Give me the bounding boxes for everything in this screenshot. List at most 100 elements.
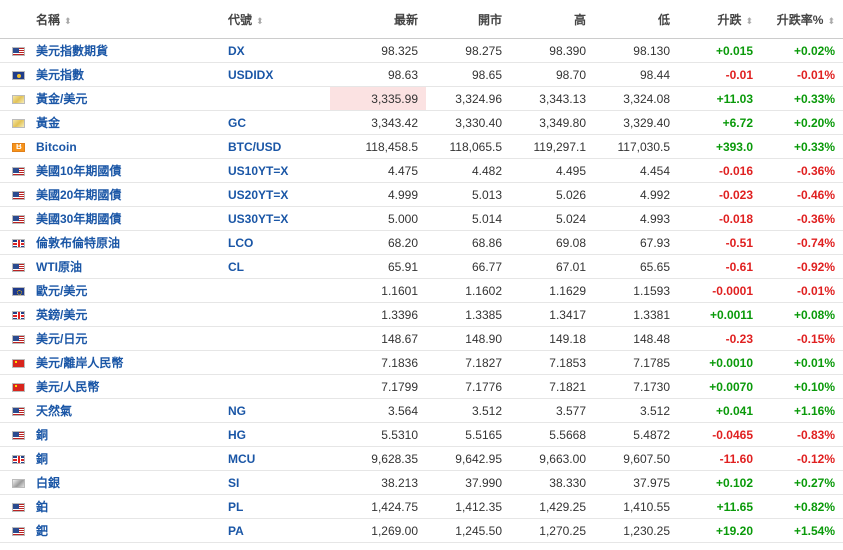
high-price: 5.026 — [510, 182, 594, 207]
instrument-code-link[interactable]: PA — [228, 524, 244, 538]
low-price: 4.993 — [594, 206, 678, 231]
flag-cn-icon — [12, 382, 25, 392]
instrument-code-link[interactable]: BTC/USD — [228, 140, 281, 154]
name-cell: 倫敦布倫特原油 — [28, 230, 220, 255]
instrument-code-link[interactable]: US10YT=X — [228, 164, 288, 178]
low-price: 7.1785 — [594, 350, 678, 375]
change-value: -0.0001 — [678, 278, 761, 303]
change-percent: +0.02% — [761, 38, 843, 63]
flag-gb-icon — [12, 238, 25, 248]
instrument-name-link[interactable]: 美國30年期國債 — [36, 212, 121, 226]
change-percent: -0.01% — [761, 278, 843, 303]
open-price: 5.5165 — [426, 422, 510, 447]
instrument-name-link[interactable]: 白銀 — [36, 476, 60, 490]
change-value: +0.0011 — [678, 302, 761, 327]
change-percent: +0.82% — [761, 494, 843, 519]
instrument-code-link[interactable]: USDIDX — [228, 68, 273, 82]
high-price: 98.390 — [510, 38, 594, 63]
flag-us-icon — [12, 430, 25, 440]
instrument-name-link[interactable]: 美國20年期國債 — [36, 188, 121, 202]
instrument-code-link[interactable]: HG — [228, 428, 246, 442]
instrument-name-link[interactable]: 歐元/美元 — [36, 284, 87, 298]
flag-cell — [0, 38, 28, 63]
header-change-pct-sortable[interactable]: 升跌率% ⬍ — [761, 0, 843, 39]
header-open: 開市 — [426, 0, 510, 39]
instrument-code-link[interactable]: GC — [228, 116, 246, 130]
instrument-name-link[interactable]: Bitcoin — [36, 140, 77, 154]
instrument-name-link[interactable]: 黃金 — [36, 116, 60, 130]
flag-cell — [0, 446, 28, 471]
instrument-name-link[interactable]: 黃金/美元 — [36, 92, 87, 106]
low-price: 4.454 — [594, 158, 678, 183]
instrument-code-link[interactable]: DX — [228, 44, 245, 58]
instrument-code-link[interactable]: PL — [228, 500, 243, 514]
instrument-name-link[interactable]: 美元/離岸人民幣 — [36, 356, 123, 370]
flag-cell — [0, 398, 28, 423]
instrument-code-link[interactable]: NG — [228, 404, 246, 418]
change-percent: +0.20% — [761, 110, 843, 135]
instrument-name-link[interactable]: 美元指數 — [36, 68, 84, 82]
low-price: 4.992 — [594, 182, 678, 207]
instrument-name-link[interactable]: 銅 — [36, 428, 48, 442]
open-price: 4.482 — [426, 158, 510, 183]
flag-cell — [0, 182, 28, 207]
flag-cell — [0, 206, 28, 231]
instrument-name-link[interactable]: 美元/日元 — [36, 332, 87, 346]
instrument-name-link[interactable]: 美元/人民幣 — [36, 380, 99, 394]
header-change-sortable[interactable]: 升跌 ⬍ — [678, 0, 761, 39]
flag-cell — [0, 62, 28, 87]
change-value: -11.60 — [678, 446, 761, 471]
change-value: +0.0070 — [678, 374, 761, 399]
name-cell: 美國10年期國債 — [28, 158, 220, 183]
name-cell: 美國20年期國債 — [28, 182, 220, 207]
flag-us-icon — [12, 166, 25, 176]
table-row: 英鎊/美元 1.3396 1.3385 1.3417 1.3381 +0.0011 +0.0… — [0, 302, 843, 327]
instrument-name-link[interactable]: 美元指數期貨 — [36, 44, 108, 58]
last-price: 4.999 — [330, 182, 426, 207]
table-body: 美元指數期貨 DX 98.325 98.275 98.390 98.130 +0.015 +0… — [0, 38, 843, 543]
instrument-code-link[interactable]: US20YT=X — [228, 188, 288, 202]
instrument-code-link[interactable]: SI — [228, 476, 239, 490]
header-name-sortable[interactable]: 名稱 ⬍ — [28, 0, 220, 39]
instrument-name-link[interactable]: 天然氣 — [36, 404, 72, 418]
sort-icon: ⬍ — [64, 15, 72, 26]
instrument-name-link[interactable]: 鉑 — [36, 500, 48, 514]
open-price: 1.1602 — [426, 278, 510, 303]
change-value: -0.51 — [678, 230, 761, 255]
open-price: 37.990 — [426, 470, 510, 495]
change-value: +19.20 — [678, 518, 761, 543]
name-cell: 鉑 — [28, 494, 220, 519]
high-price: 38.330 — [510, 470, 594, 495]
flag-eu-icon — [12, 286, 25, 296]
change-value: -0.016 — [678, 158, 761, 183]
code-cell: USDIDX — [220, 62, 330, 87]
header-low: 低 — [594, 0, 678, 39]
last-price: 1,269.00 — [330, 518, 426, 543]
instrument-code-link[interactable]: CL — [228, 260, 244, 274]
flag-cell — [0, 518, 28, 543]
flag-cell — [0, 110, 28, 135]
instrument-name-link[interactable]: 鈀 — [36, 524, 48, 538]
table-header-row: 名稱 ⬍ 代號 ⬍ 最新 開市 高 低 升跌 ⬍ 升跌率% ⬍ — [0, 0, 843, 39]
change-percent: +1.16% — [761, 398, 843, 423]
change-value: -0.61 — [678, 254, 761, 279]
header-code-sortable[interactable]: 代號 ⬍ — [220, 0, 330, 39]
code-cell: DX — [220, 38, 330, 63]
low-price: 98.130 — [594, 38, 678, 63]
instrument-code-link[interactable]: MCU — [228, 452, 255, 466]
instrument-name-link[interactable]: 銅 — [36, 452, 48, 466]
name-cell: 黃金/美元 — [28, 86, 220, 111]
instrument-code-link[interactable]: LCO — [228, 236, 253, 250]
low-price: 1.1593 — [594, 278, 678, 303]
instrument-name-link[interactable]: WTI原油 — [36, 260, 82, 274]
instrument-name-link[interactable]: 英鎊/美元 — [36, 308, 87, 322]
instrument-code-link[interactable]: US30YT=X — [228, 212, 288, 226]
instrument-name-link[interactable]: 倫敦布倫特原油 — [36, 236, 120, 250]
open-price: 118,065.5 — [426, 134, 510, 159]
change-value: -0.0465 — [678, 422, 761, 447]
high-price: 67.01 — [510, 254, 594, 279]
low-price: 67.93 — [594, 230, 678, 255]
instrument-name-link[interactable]: 美國10年期國債 — [36, 164, 121, 178]
table-row: 倫敦布倫特原油 LCO 68.20 68.86 69.08 67.93 -0.51 -0.74… — [0, 230, 843, 255]
low-price: 3,329.40 — [594, 110, 678, 135]
